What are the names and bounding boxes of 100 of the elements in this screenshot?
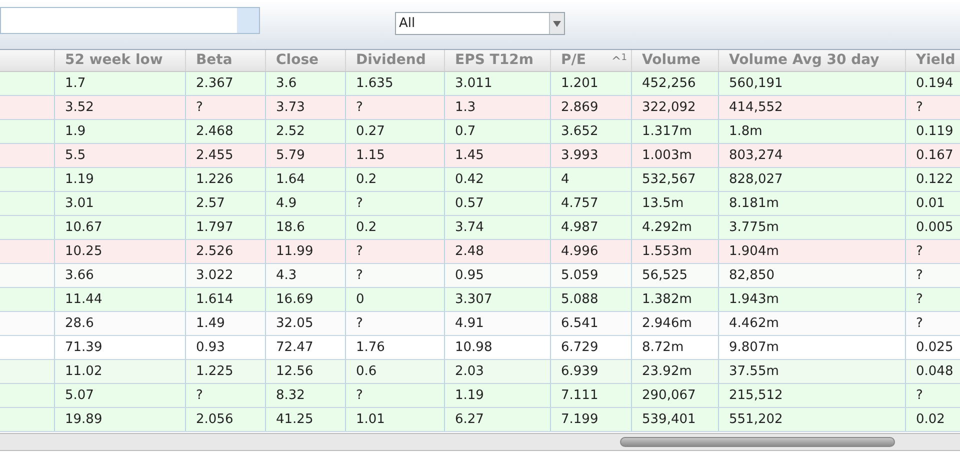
table-cell: 414,552: [719, 96, 906, 119]
table-row[interactable]: 1.9 2.468 2.52 0.27 0.7 3.652 1.317m 1.8m 0.119: [0, 120, 960, 144]
table-cell: 3.01: [55, 192, 186, 215]
table-cell: 10.25: [55, 240, 186, 263]
table-cell: 0.167: [906, 144, 960, 167]
table-cell: 5.088: [551, 288, 632, 311]
table-cell: 9.807m: [719, 336, 906, 359]
table-row[interactable]: 3.01 2.57 4.9 ? 0.57 4.757 13.5m 8.181m 0.01: [0, 192, 960, 216]
table-cell: 1.3: [445, 96, 551, 119]
table-cell: 3.307: [445, 288, 551, 311]
filter-dropdown[interactable]: All: [395, 12, 565, 35]
table-cell: 2.57: [186, 192, 266, 215]
table-row[interactable]: 10.67 1.797 18.6 0.2 3.74 4.987 4.292m 3.775m 0.005: [0, 216, 960, 240]
table-cell: ?: [906, 240, 960, 263]
scrollbar-thumb[interactable]: [620, 437, 895, 447]
table-cell: ?: [906, 96, 960, 119]
table-cell: 2.52: [266, 120, 346, 143]
table-cell: 1.003m: [632, 144, 719, 167]
table-cell: 0.01: [906, 192, 960, 215]
table-row[interactable]: 11.44 1.614 16.69 0 3.307 5.088 1.382m 1.943m ?: [0, 288, 960, 312]
table-cell: 0.2: [346, 216, 445, 239]
table-cell: 1.553m: [632, 240, 719, 263]
table-cell: 7.199: [551, 408, 632, 431]
table-cell: 560,191: [719, 72, 906, 95]
table-cell: 12.56: [266, 360, 346, 383]
table-cell: 1.904m: [719, 240, 906, 263]
table-cell: 0.194: [906, 72, 960, 95]
table-cell: 452,256: [632, 72, 719, 95]
table-cell: 322,092: [632, 96, 719, 119]
table-cell: 8.72m: [632, 336, 719, 359]
table-cell: 1.49: [186, 312, 266, 335]
table-cell: 2.455: [186, 144, 266, 167]
table-cell: 5.059: [551, 264, 632, 287]
table-cell: 41.25: [266, 408, 346, 431]
table-row[interactable]: 11.02 1.225 12.56 0.6 2.03 6.939 23.92m 37.55m 0.048: [0, 360, 960, 384]
table-cell: 1.226: [186, 168, 266, 191]
table-cell: 72.47: [266, 336, 346, 359]
table-row[interactable]: 3.52 ? 3.73 ? 1.3 2.869 322,092 414,552 ?: [0, 96, 960, 120]
table-cell: 11.44: [55, 288, 186, 311]
table-cell: 8.181m: [719, 192, 906, 215]
table-cell: ?: [906, 312, 960, 335]
table-cell: 3.74: [445, 216, 551, 239]
table-cell: 18.6: [266, 216, 346, 239]
horizontal-scrollbar[interactable]: [0, 433, 960, 451]
table-cell: 1.201: [551, 72, 632, 95]
table-cell: 0.95: [445, 264, 551, 287]
table-row[interactable]: 28.6 1.49 32.05 ? 4.91 6.541 2.946m 4.462m ?: [0, 312, 960, 336]
table-cell: 6.27: [445, 408, 551, 431]
table-cell: 532,567: [632, 168, 719, 191]
table-cell: 10.67: [55, 216, 186, 239]
table-cell: 0.27: [346, 120, 445, 143]
column-header[interactable]: P/E ^$^{1}$: [551, 50, 632, 71]
table-cell: 2.946m: [632, 312, 719, 335]
table-cell: 6.729: [551, 336, 632, 359]
table-row[interactable]: 19.89 2.056 41.25 1.01 6.27 7.199 539,401 551,202 0.02: [0, 408, 960, 432]
table-cell: ?: [346, 96, 445, 119]
table-cell: 6.541: [551, 312, 632, 335]
table-cell: 803,274: [719, 144, 906, 167]
table-cell: 1.19: [55, 168, 186, 191]
table-row[interactable]: 5.07 ? 8.32 ? 1.19 7.111 290,067 215,512 ?: [0, 384, 960, 408]
table-cell: 3.652: [551, 120, 632, 143]
table-cell: 4.292m: [632, 216, 719, 239]
table-cell: 4.3: [266, 264, 346, 287]
table-cell: 13.5m: [632, 192, 719, 215]
table-cell: 5.07: [55, 384, 186, 407]
table-cell: 1.614: [186, 288, 266, 311]
table-row[interactable]: 1.19 1.226 1.64 0.2 0.42 4 532,567 828,027 0.122: [0, 168, 960, 192]
table-cell: 2.48: [445, 240, 551, 263]
table-cell: 1.64: [266, 168, 346, 191]
table-cell: 23.92m: [632, 360, 719, 383]
table-row[interactable]: 10.25 2.526 11.99 ? 2.48 4.996 1.553m 1.904m ?: [0, 240, 960, 264]
table-row[interactable]: 5.5 2.455 5.79 1.15 1.45 3.993 1.003m 803,274 0.167: [0, 144, 960, 168]
table-row[interactable]: 3.66 3.022 4.3 ? 0.95 5.059 56,525 82,850 ?: [0, 264, 960, 288]
table-cell: 4.757: [551, 192, 632, 215]
table-cell: 16.69: [266, 288, 346, 311]
table-cell: 56,525: [632, 264, 719, 287]
table-cell: 3.993: [551, 144, 632, 167]
table-cell: 0.122: [906, 168, 960, 191]
table-cell: ?: [346, 384, 445, 407]
table-cell: 0: [346, 288, 445, 311]
table-cell: 0.02: [906, 408, 960, 431]
table-cell: 1.382m: [632, 288, 719, 311]
table-cell: 828,027: [719, 168, 906, 191]
table-cell: 6.939: [551, 360, 632, 383]
table-cell: 1.45: [445, 144, 551, 167]
table-cell: 7.111: [551, 384, 632, 407]
table-cell: 1.635: [346, 72, 445, 95]
search-field[interactable]: [0, 7, 260, 34]
table-row[interactable]: 1.7 2.367 3.6 1.635 3.011 1.201 452,256 560,191 0.194: [0, 72, 960, 96]
table-cell: 3.6: [266, 72, 346, 95]
table-cell: 10.98: [445, 336, 551, 359]
table-cell: 1.225: [186, 360, 266, 383]
table-cell: 3.73: [266, 96, 346, 119]
table-cell: 0.93: [186, 336, 266, 359]
table-row[interactable]: 71.39 0.93 72.47 1.76 10.98 6.729 8.72m 9.807m 0.025: [0, 336, 960, 360]
table-cell: 0.119: [906, 120, 960, 143]
table-cell: 1.943m: [719, 288, 906, 311]
table-cell: 2.367: [186, 72, 266, 95]
sort-indicator: ^$^{1}$: [611, 52, 627, 70]
table-cell: 2.526: [186, 240, 266, 263]
